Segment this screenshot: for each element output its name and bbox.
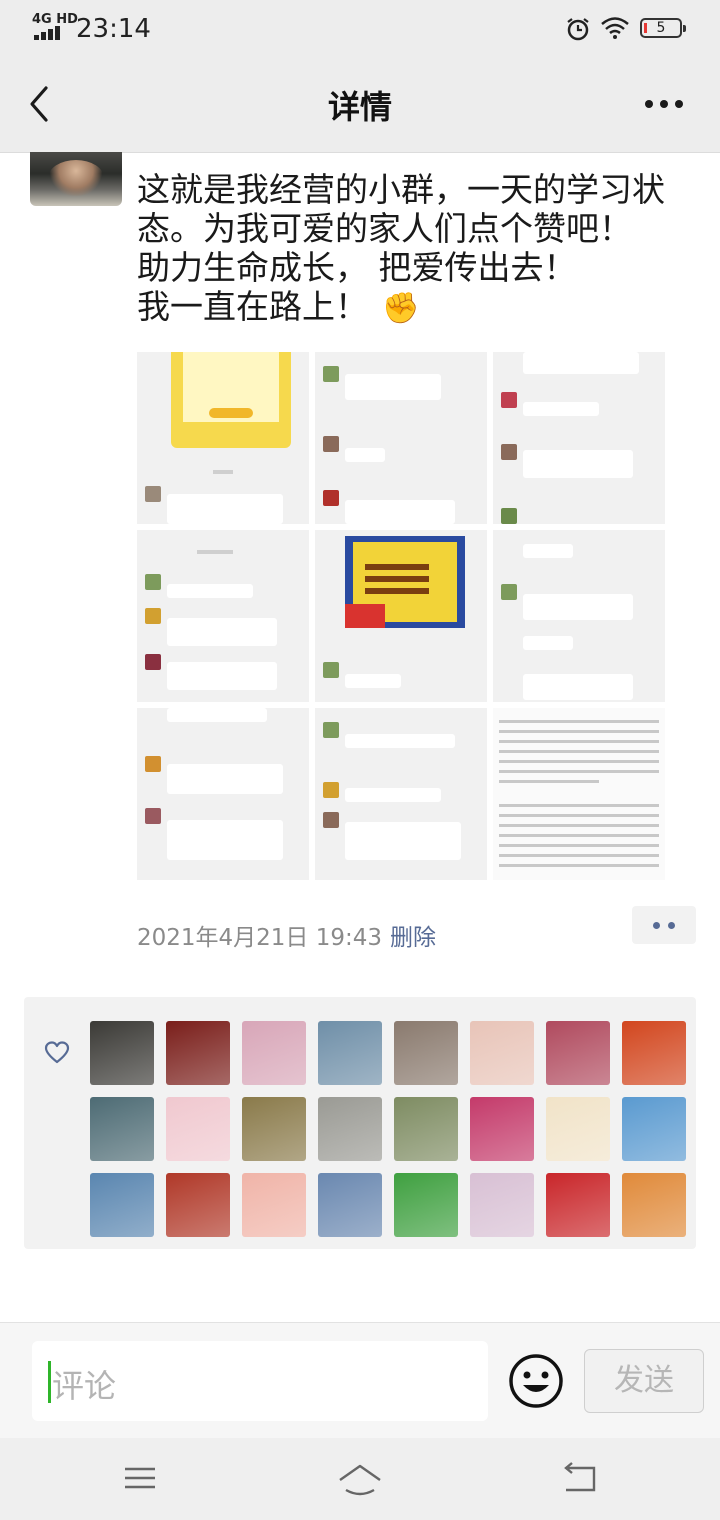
author-avatar[interactable] bbox=[30, 152, 122, 206]
fist-emoji-icon: ✊ bbox=[382, 291, 420, 326]
liker-avatar[interactable] bbox=[90, 1097, 154, 1161]
status-time: 23:14 bbox=[76, 14, 151, 44]
back-return-icon[interactable] bbox=[560, 1460, 600, 1496]
post-image[interactable] bbox=[137, 352, 309, 524]
likes-panel bbox=[24, 997, 696, 1249]
liker-avatar[interactable] bbox=[90, 1173, 154, 1237]
system-nav-bar bbox=[0, 1438, 720, 1520]
liker-avatar[interactable] bbox=[546, 1021, 610, 1085]
post-image[interactable] bbox=[137, 530, 309, 702]
post-text-line: 我一直在路上！ ✊ bbox=[137, 287, 420, 326]
menu-icon[interactable] bbox=[122, 1460, 158, 1496]
liker-avatar[interactable] bbox=[90, 1021, 154, 1085]
send-button[interactable]: 发送 bbox=[584, 1349, 704, 1413]
page-title: 详情 bbox=[327, 88, 392, 126]
liker-avatar[interactable] bbox=[394, 1021, 458, 1085]
liker-avatar[interactable] bbox=[546, 1173, 610, 1237]
image-grid bbox=[137, 352, 665, 880]
liker-avatar[interactable] bbox=[242, 1173, 306, 1237]
alarm-icon bbox=[565, 16, 591, 48]
liker-avatar[interactable] bbox=[166, 1097, 230, 1161]
liker-avatar[interactable] bbox=[394, 1173, 458, 1237]
post-image[interactable] bbox=[315, 530, 487, 702]
status-bar: 4G HD 23:14 5 bbox=[0, 0, 720, 56]
signal-icon bbox=[34, 26, 64, 40]
wifi-icon bbox=[600, 16, 630, 46]
post-image[interactable] bbox=[315, 352, 487, 524]
battery-icon: 5 bbox=[640, 18, 686, 38]
liker-avatar[interactable] bbox=[470, 1173, 534, 1237]
liker-avatar[interactable] bbox=[622, 1173, 686, 1237]
liker-avatar[interactable] bbox=[242, 1097, 306, 1161]
post-image[interactable] bbox=[137, 708, 309, 880]
liker-avatar[interactable] bbox=[242, 1021, 306, 1085]
heart-icon bbox=[44, 1041, 70, 1065]
more-horizontal-icon[interactable] bbox=[640, 86, 688, 122]
liker-avatar[interactable] bbox=[166, 1173, 230, 1237]
liker-avatar[interactable] bbox=[166, 1021, 230, 1085]
home-icon[interactable] bbox=[336, 1460, 384, 1500]
comment-placeholder: 评论 bbox=[52, 1367, 117, 1405]
comment-bar: 评论 发送 bbox=[0, 1322, 720, 1439]
nav-bar: 详情 bbox=[0, 56, 720, 153]
liker-avatar[interactable] bbox=[470, 1021, 534, 1085]
liker-avatar[interactable] bbox=[318, 1097, 382, 1161]
comment-like-menu-button[interactable] bbox=[632, 906, 696, 944]
post-text-line: 助力生命成长， 把爱传出去！ bbox=[137, 248, 577, 287]
liker-avatar[interactable] bbox=[318, 1021, 382, 1085]
liker-avatar[interactable] bbox=[394, 1097, 458, 1161]
liker-avatar[interactable] bbox=[546, 1097, 610, 1161]
liker-avatar[interactable] bbox=[318, 1173, 382, 1237]
smiley-face-icon[interactable] bbox=[508, 1353, 564, 1409]
network-label: 4G HD bbox=[32, 12, 78, 27]
text-cursor bbox=[48, 1361, 51, 1403]
post-text: 这就是我经营的小群，一天的学习状 态。为我可爱的家人们点个赞吧！ 助力生命成长，… bbox=[137, 170, 697, 328]
post-text-line: 态。为我可爱的家人们点个赞吧！ bbox=[137, 209, 632, 248]
liker-avatar[interactable] bbox=[622, 1097, 686, 1161]
post-image[interactable] bbox=[493, 352, 665, 524]
delete-button[interactable]: 删除 bbox=[390, 918, 436, 952]
post-image[interactable] bbox=[493, 708, 665, 880]
post-image[interactable] bbox=[493, 530, 665, 702]
liker-avatar[interactable] bbox=[622, 1021, 686, 1085]
post-image[interactable] bbox=[315, 708, 487, 880]
comment-input[interactable]: 评论 bbox=[32, 1341, 488, 1421]
post-timestamp: 2021年4月21日 19:43 bbox=[137, 925, 383, 951]
post-text-line: 这就是我经营的小群，一天的学习状 bbox=[137, 170, 665, 209]
liker-avatar[interactable] bbox=[470, 1097, 534, 1161]
